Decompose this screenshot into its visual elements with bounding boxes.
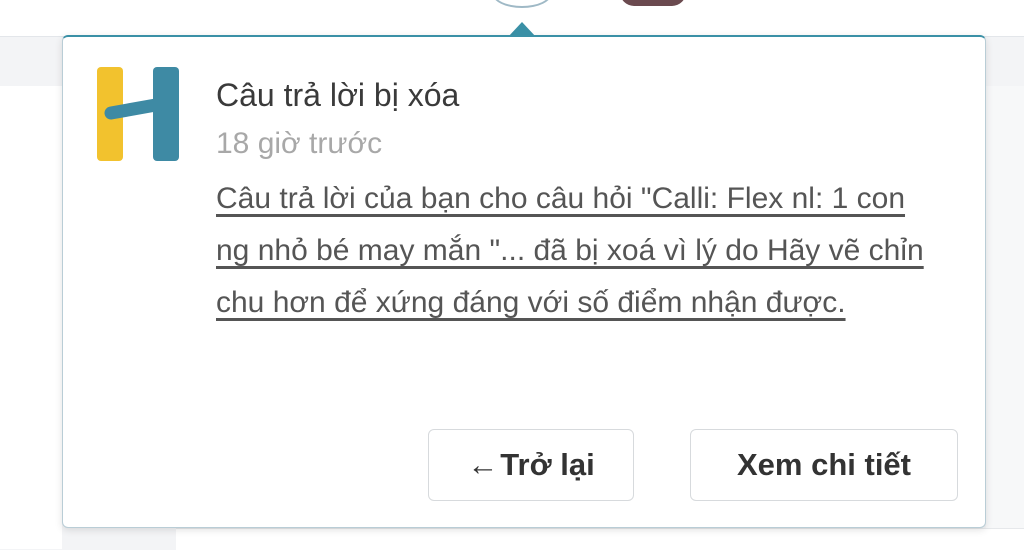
view-details-button[interactable]: Xem chi tiết [690,429,958,501]
notification-timestamp: 18 giờ trước [216,127,383,160]
background-panel-bottom [176,528,1024,550]
notification-message-link[interactable]: Câu trả lời của bạn cho câu hỏi "Calli: … [216,173,942,329]
hoc247-h-logo-icon [97,67,179,161]
background-panel-right [986,86,1024,549]
arrow-left-icon: ← [467,447,499,482]
view-details-button-label: Xem chi tiết [737,447,911,482]
user-avatar[interactable] [620,0,686,6]
back-button[interactable]: ← Trở lại [428,429,634,501]
back-button-label: Trở lại [500,447,595,482]
background-panel-left [0,86,62,549]
notification-title: Câu trả lời bị xóa [216,77,460,113]
notification-content: Câu trả lời bị xóa 18 giờ trước Câu trả … [216,75,946,329]
notification-popup: Câu trả lời bị xóa 18 giờ trước Câu trả … [62,24,986,528]
popup-pointer-arrow-fill [511,24,535,37]
